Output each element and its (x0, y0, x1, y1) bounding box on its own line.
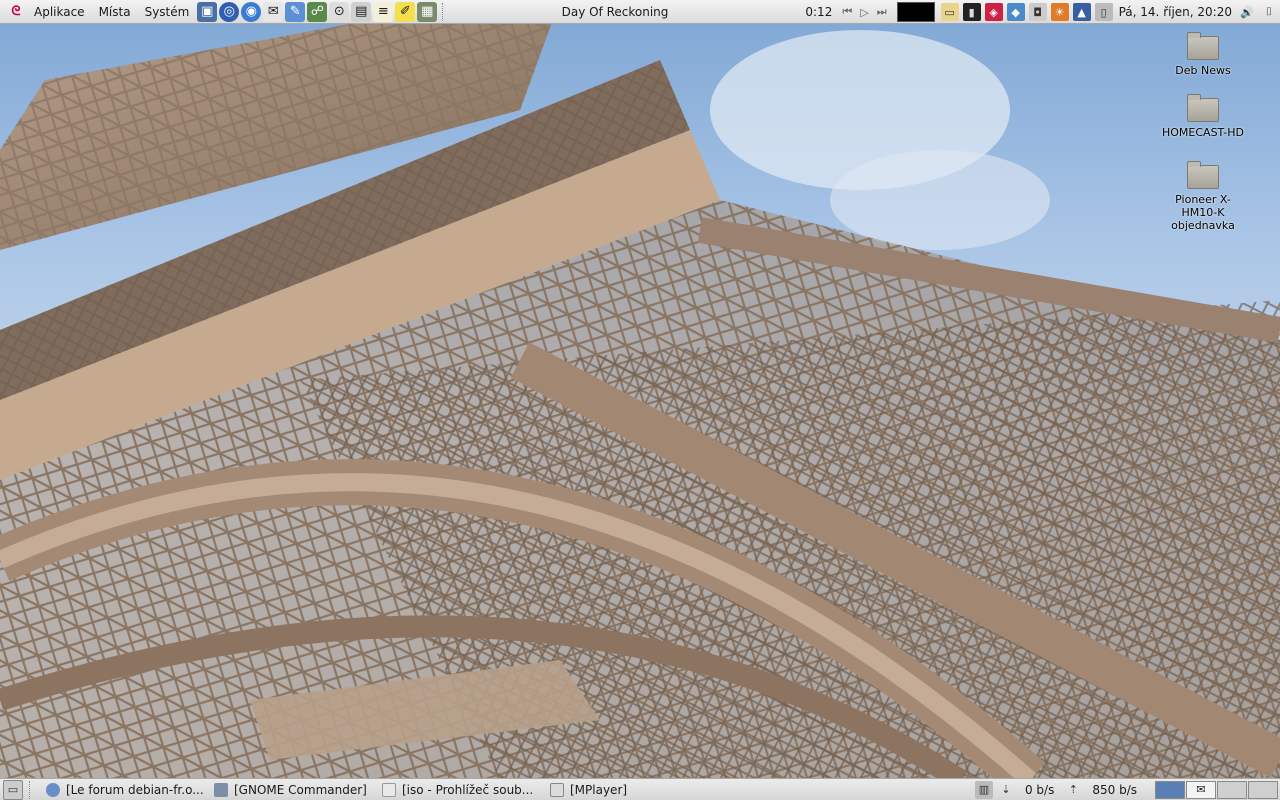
menu-applications[interactable]: Aplikace (27, 0, 92, 24)
signal-icon[interactable]: ▲ (1072, 3, 1091, 21)
taskbar-item-file-browser[interactable]: [iso - Prohlížeč soub... (378, 780, 546, 800)
browser-icon[interactable]: ◉ (241, 1, 262, 22)
panel-separator (29, 780, 32, 799)
power-icon[interactable]: ▯ (1094, 3, 1113, 21)
next-track-icon[interactable]: ⏭ (877, 5, 887, 19)
globe-icon[interactable]: ◎ (219, 1, 240, 22)
drive-icon[interactable]: ▭ (940, 3, 959, 21)
desktop-folder-label: HOMECAST-HD (1162, 126, 1244, 139)
bottom-panel: ▭ [Le forum debian-fr.o... [GNOME Comman… (0, 778, 1280, 800)
taskbar-item-mplayer[interactable]: [MPlayer] (546, 780, 714, 800)
browser-icon (46, 782, 60, 797)
media-time: 0:12 (805, 5, 833, 19)
net-upload-speed: 850 b/s (1092, 782, 1137, 797)
task-label: [MPlayer] (570, 782, 628, 797)
panel-separator (442, 2, 445, 21)
speaker-device-icon[interactable]: ◘ (1028, 3, 1047, 21)
show-desktop-icon[interactable]: ▭ (3, 779, 23, 800)
applications-icon[interactable]: ◈ (984, 3, 1003, 21)
menu-places[interactable]: Místa (92, 0, 138, 24)
notepad-icon[interactable]: ≡ (373, 1, 394, 22)
folder-icon (1187, 94, 1219, 122)
workspace-1[interactable] (1155, 780, 1185, 799)
screenshot-icon[interactable]: ⌷ (1260, 3, 1278, 21)
network-icon[interactable]: ☍ (307, 1, 328, 22)
folder-icon (1187, 161, 1219, 189)
image-icon[interactable]: ▤ (351, 1, 372, 22)
highlighter-icon[interactable]: ✐ (395, 1, 416, 22)
terminal-icon[interactable]: ▮ (962, 3, 981, 21)
desktop-folder[interactable]: HOMECAST-HD (1155, 94, 1251, 139)
editor-icon[interactable]: ✎ (285, 1, 306, 22)
cpu-monitor-graph[interactable] (896, 2, 935, 22)
taskbar-item-browser[interactable]: [Le forum debian-fr.o... (42, 780, 210, 800)
calculator-icon[interactable]: ▦ (417, 1, 438, 22)
system-tray: 0:12 ⏮ ▷ ⏭ ▭ ▮ ◈ ◆ ◘ ☀ ▲ ▯ Pá, 14. říjen… (805, 0, 1280, 24)
desktop-folder[interactable]: Pioneer X-HM10-K objednavka (1155, 161, 1251, 232)
file-manager-icon (214, 782, 228, 797)
net-download-speed: 0 b/s (1024, 782, 1055, 797)
document-icon (382, 782, 396, 797)
trash-icon[interactable]: ▥ (974, 780, 993, 799)
mail-icon[interactable]: ✉ (263, 1, 284, 22)
task-label: [iso - Prohlížeč soub... (402, 782, 534, 797)
task-label: [GNOME Commander] (234, 782, 367, 797)
previous-track-icon[interactable]: ⏮ (842, 5, 852, 19)
torrent-icon[interactable]: ⊙ (329, 1, 350, 22)
play-icon[interactable]: ▷ (860, 6, 868, 19)
debian-swirl-icon[interactable]: ᘓ (6, 2, 26, 22)
desktop-folder-label: Pioneer X-HM10-K objednavka (1171, 193, 1235, 232)
folder-icon (1187, 32, 1219, 60)
active-window-title: Day Of Reckoning (561, 4, 669, 19)
window-icon (550, 782, 564, 797)
top-panel: ᘓ Aplikace Místa Systém ▣ ◎ ◉ ✉ ✎ ☍ ⊙ ▤ … (0, 0, 1280, 24)
monitor-icon[interactable]: ▣ (197, 1, 218, 22)
task-label: [Le forum debian-fr.o... (66, 782, 204, 797)
taskbar-item-gnome-commander[interactable]: [GNOME Commander] (210, 780, 378, 800)
workspace-3[interactable] (1217, 780, 1247, 799)
clock[interactable]: Pá, 14. říjen, 20:20 (1119, 5, 1232, 19)
network-monitor-icon[interactable]: ⇣ (997, 781, 1015, 799)
eiffel-tower-photo (0, 0, 1280, 798)
desktop-folder[interactable]: Deb News (1155, 32, 1251, 77)
network-tray-icon[interactable]: ◆ (1006, 3, 1025, 21)
menu-system[interactable]: Systém (138, 0, 197, 24)
desktop-folder-label: Deb News (1175, 64, 1231, 77)
upload-arrow-icon: ⇡ (1068, 783, 1078, 796)
workspace-2[interactable]: ✉ (1186, 780, 1216, 799)
workspace-4[interactable] (1248, 780, 1278, 799)
desktop-wallpaper (0, 0, 1280, 800)
volume-icon[interactable]: 🔊 (1238, 3, 1256, 21)
weather-icon[interactable]: ☀ (1050, 3, 1069, 21)
